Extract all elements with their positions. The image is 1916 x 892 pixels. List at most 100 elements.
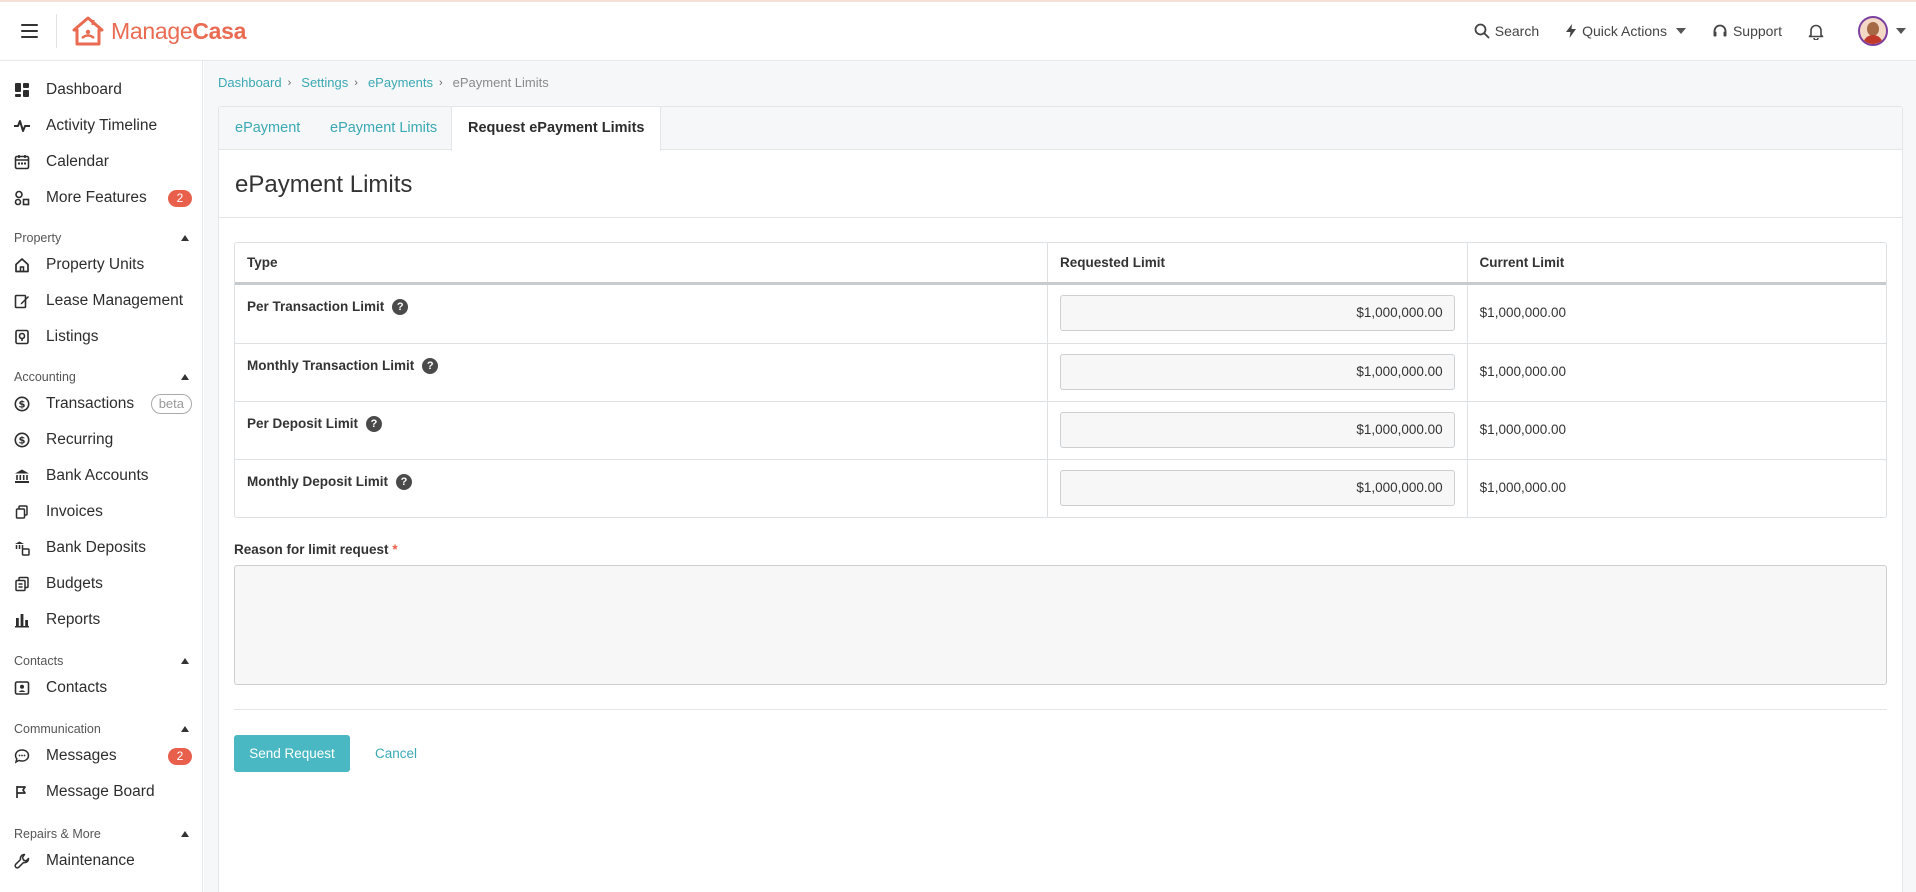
section-toggle-property[interactable]: Property — [14, 231, 189, 245]
edit-document-icon — [13, 292, 31, 310]
per-transaction-requested-input[interactable]: $1,000,000.00 — [1059, 295, 1455, 331]
invoice-icon — [13, 503, 31, 521]
sidebar-item-activity-timeline[interactable]: Activity Timeline — [0, 109, 203, 143]
divider — [56, 14, 57, 48]
reason-textarea[interactable] — [234, 565, 1887, 685]
search-button[interactable]: Search — [1474, 23, 1539, 39]
chevron-right-icon: › — [354, 76, 358, 89]
per-deposit-requested-input[interactable]: $1,000,000.00 — [1059, 412, 1455, 448]
app-logo[interactable]: ManageCasa — [71, 15, 246, 47]
svg-text:$: $ — [19, 436, 26, 447]
sidebar-item-recurring[interactable]: $ Recurring — [0, 423, 203, 457]
limit-type-label: Monthly Transaction Limit — [247, 358, 415, 373]
home-icon — [13, 256, 31, 274]
house-logo-icon — [72, 16, 104, 46]
help-question-icon[interactable]: ? — [392, 299, 409, 315]
monthly-transaction-requested-input[interactable]: $1,000,000.00 — [1059, 354, 1455, 390]
sidebar-item-calendar[interactable]: Calendar — [0, 145, 203, 179]
reason-label: Reason for limit request * — [234, 542, 398, 557]
limit-type-label: Per Deposit Limit — [247, 416, 359, 431]
help-question-icon[interactable]: ? — [366, 416, 383, 432]
sidebar-item-maintenance[interactable]: Maintenance — [0, 844, 203, 878]
collapse-arrow-icon — [181, 831, 189, 837]
contact-card-icon — [13, 679, 31, 697]
help-question-icon[interactable]: ? — [396, 474, 412, 490]
sidebar-item-budgets[interactable]: Budgets — [0, 567, 203, 601]
avatar-caret-down-icon[interactable] — [1896, 28, 1906, 34]
table-row: Monthly Deposit Limit? $1,000,000.00 $1,… — [235, 459, 1886, 517]
monthly-transaction-current-limit: $1,000,000.00 — [1466, 344, 1886, 401]
monthly-deposit-requested-input[interactable]: $1,000,000.00 — [1059, 470, 1455, 506]
table-row: Per Deposit Limit? $1,000,000.00 $1,000,… — [235, 401, 1886, 459]
send-request-button[interactable]: Send Request — [234, 735, 350, 772]
user-avatar[interactable] — [1858, 16, 1888, 46]
column-header-type: Type — [247, 255, 278, 270]
sidebar-item-messages[interactable]: Messages 2 — [0, 739, 203, 773]
sidebar: Dashboard Activity Timeline Calendar Mor… — [0, 61, 203, 892]
search-icon — [1474, 23, 1490, 39]
recurring-dollar-icon: $ — [13, 431, 31, 449]
bank-deposit-icon — [13, 539, 31, 557]
collapse-arrow-icon — [181, 726, 189, 732]
top-actions: Search Quick Actions Support — [1448, 2, 1916, 60]
sidebar-item-listings[interactable]: Listings — [0, 320, 203, 354]
cancel-link[interactable]: Cancel — [365, 735, 427, 772]
notifications-button[interactable] — [1808, 23, 1824, 40]
table-row: Monthly Transaction Limit? $1,000,000.00… — [235, 343, 1886, 401]
column-header-requested-limit: Requested Limit — [1047, 243, 1467, 282]
bar-chart-icon — [13, 611, 31, 629]
table-row: Per Transaction Limit? $1,000,000.00 $1,… — [235, 285, 1886, 343]
chat-bubble-icon — [13, 747, 31, 765]
quick-actions-dropdown[interactable]: Quick Actions — [1565, 23, 1686, 39]
budget-icon — [13, 575, 31, 593]
sidebar-item-lease-management[interactable]: Lease Management — [0, 284, 203, 318]
dollar-circle-icon: $ — [13, 395, 31, 413]
section-toggle-communication[interactable]: Communication — [14, 722, 189, 736]
content-card: ePayment ePayment Limits Request ePaymen… — [218, 106, 1903, 892]
support-button[interactable]: Support — [1712, 23, 1782, 39]
sidebar-item-message-board[interactable]: Message Board — [0, 775, 203, 809]
top-bar: ManageCasa Search Quick Actions Support — [0, 0, 1916, 61]
hamburger-icon — [20, 24, 38, 26]
section-toggle-repairs[interactable]: Repairs & More — [14, 827, 189, 841]
tab-epayment-limits[interactable]: ePayment Limits — [314, 107, 453, 150]
per-deposit-current-limit: $1,000,000.00 — [1466, 402, 1886, 459]
sidebar-item-contacts[interactable]: Contacts — [0, 671, 203, 705]
column-header-current-limit: Current Limit — [1466, 243, 1887, 282]
quick-actions-label: Quick Actions — [1582, 23, 1667, 39]
per-transaction-current-limit: $1,000,000.00 — [1466, 285, 1886, 343]
tab-request-epayment-limits[interactable]: Request ePayment Limits — [451, 107, 662, 151]
page-title: ePayment Limits — [235, 171, 413, 198]
caret-down-icon — [1675, 28, 1686, 34]
sidebar-item-property-units[interactable]: Property Units — [0, 248, 203, 282]
search-label: Search — [1494, 23, 1540, 39]
bank-icon — [13, 467, 31, 485]
sidebar-item-bank-accounts[interactable]: Bank Accounts — [0, 459, 203, 493]
sidebar-item-invoices[interactable]: Invoices — [0, 495, 203, 529]
wrench-icon — [13, 852, 31, 870]
collapse-arrow-icon — [181, 235, 189, 241]
menu-toggle-button[interactable] — [8, 10, 50, 52]
section-toggle-contacts[interactable]: Contacts — [14, 654, 189, 668]
beta-tag: beta — [150, 394, 192, 414]
app-name: ManageCasa — [111, 17, 247, 44]
help-question-icon[interactable]: ? — [422, 358, 439, 374]
sidebar-item-dashboard[interactable]: Dashboard — [0, 73, 203, 107]
sidebar-item-reports[interactable]: Reports — [0, 603, 203, 637]
breadcrumb-epayments[interactable]: ePayments — [368, 75, 433, 90]
limit-type-label: Monthly Deposit Limit — [247, 474, 388, 489]
section-toggle-accounting[interactable]: Accounting — [14, 370, 189, 384]
lightning-icon — [1566, 24, 1577, 38]
limits-table: Type Requested Limit Current Limit Per T… — [234, 242, 1887, 518]
tab-bar: ePayment ePayment Limits Request ePaymen… — [219, 107, 1902, 151]
tab-epayment[interactable]: ePayment — [219, 107, 316, 150]
sidebar-item-more-features[interactable]: More Features 2 — [0, 181, 203, 215]
bell-icon — [1808, 24, 1824, 40]
breadcrumb-current: ePayment Limits — [452, 75, 549, 90]
breadcrumb-settings[interactable]: Settings — [301, 75, 348, 90]
table-header-row: Type Requested Limit Current Limit — [235, 243, 1886, 285]
sidebar-item-bank-deposits[interactable]: Bank Deposits — [0, 531, 203, 565]
breadcrumb-dashboard[interactable]: Dashboard — [218, 75, 282, 90]
sidebar-item-transactions[interactable]: $ Transactions beta — [0, 387, 203, 421]
monthly-deposit-current-limit: $1,000,000.00 — [1466, 460, 1886, 517]
